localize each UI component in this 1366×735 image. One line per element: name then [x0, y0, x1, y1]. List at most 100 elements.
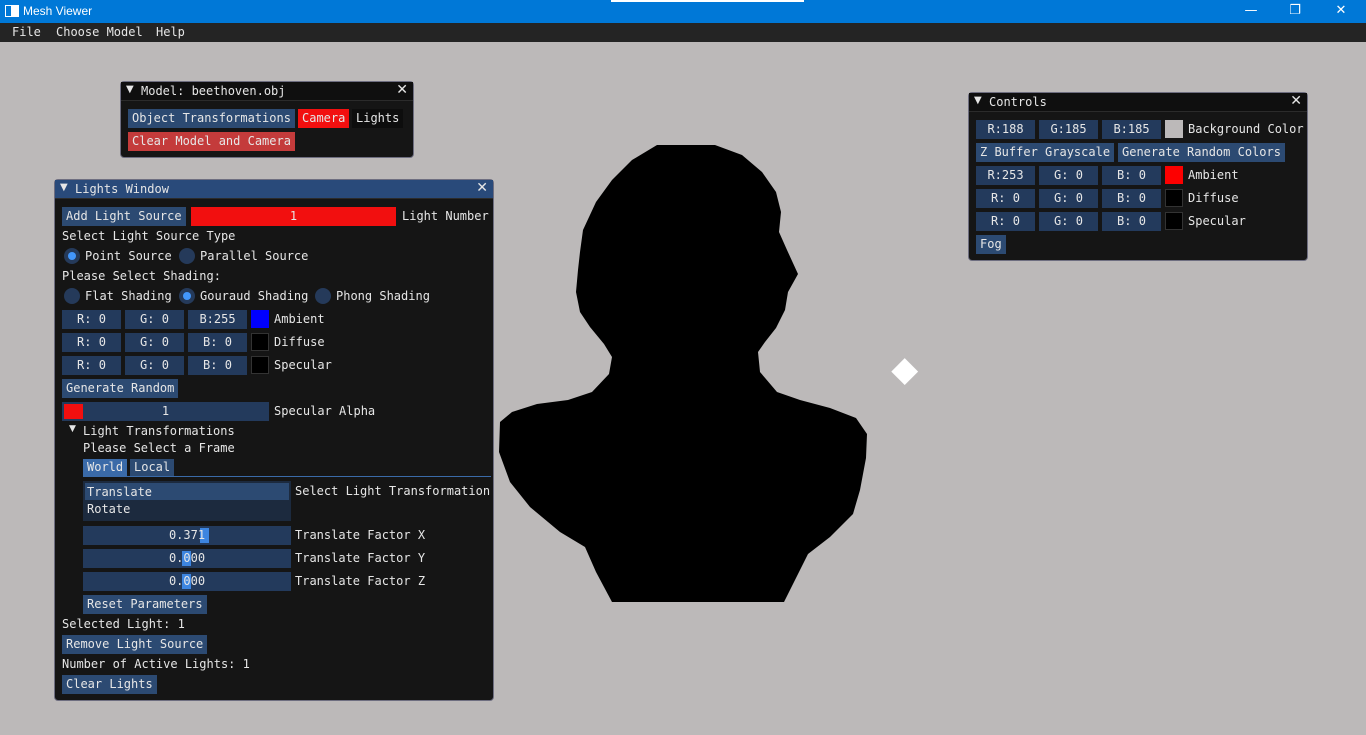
generate-random-colors-button[interactable]: Generate Random Colors [1118, 143, 1285, 162]
remove-light-button[interactable]: Remove Light Source [62, 635, 208, 654]
minimize-icon[interactable]: — [1228, 0, 1274, 23]
specular-g-field[interactable]: G: 0 [1039, 212, 1098, 231]
gouraud-shading-label: Gouraud Shading [200, 289, 309, 303]
translate-factor-x-value: 0.371 [168, 528, 206, 542]
diffuse-r-field[interactable]: R: 0 [976, 189, 1035, 208]
point-source-radio[interactable] [64, 248, 80, 264]
translate-factor-y-label: Translate Factor Y [295, 551, 426, 565]
translate-factor-x-slider[interactable]: 0.371 [83, 526, 291, 545]
background-b-field[interactable]: B:185 [1102, 120, 1161, 139]
diffuse-color-swatch[interactable] [251, 333, 269, 351]
background-color-swatch[interactable] [1165, 120, 1183, 138]
ambient-b-field[interactable]: B:255 [188, 310, 247, 329]
specular-alpha-value: 1 [161, 404, 170, 418]
app-icon [5, 5, 19, 17]
translate-factor-z-slider[interactable]: 0.000 [83, 572, 291, 591]
ambient-r-field[interactable]: R:253 [976, 166, 1035, 185]
z-buffer-grayscale-button[interactable]: Z Buffer Grayscale [976, 143, 1115, 162]
add-light-button[interactable]: Add Light Source [62, 207, 186, 226]
menu-bar: File Choose Model Help [0, 23, 1366, 42]
specular-g-field[interactable]: G: 0 [125, 356, 184, 375]
phong-shading-radio[interactable] [315, 288, 331, 304]
title-bar: Mesh Viewer — ❐ ✕ [0, 0, 1366, 23]
transformation-list: Translate Rotate [83, 481, 291, 521]
camera-button[interactable]: Camera [298, 109, 350, 128]
maximize-icon[interactable]: ❐ [1272, 0, 1318, 23]
diffuse-color-swatch[interactable] [1165, 189, 1183, 207]
selected-light-label: Selected Light: 1 [62, 617, 185, 631]
collapse-arrow-icon[interactable]: ▼ [126, 84, 134, 95]
light-source-marker[interactable] [891, 358, 919, 386]
tab-underline [83, 476, 491, 477]
diffuse-g-field[interactable]: G: 0 [125, 333, 184, 352]
menu-help[interactable]: Help [156, 25, 185, 39]
active-lights-label: Number of Active Lights: 1 [62, 657, 250, 671]
lights-window: ▼ Lights Window ✕ Add Light Source 1 Lig… [54, 179, 494, 701]
ambient-g-field[interactable]: G: 0 [125, 310, 184, 329]
light-transformations-header[interactable]: Light Transformations [83, 424, 235, 438]
focus-indicator [611, 0, 804, 2]
object-transformations-button[interactable]: Object Transformations [128, 109, 295, 128]
ambient-color-swatch[interactable] [1165, 166, 1183, 184]
select-transformation-label: Select Light Transformation [295, 484, 491, 498]
diffuse-g-field[interactable]: G: 0 [1039, 189, 1098, 208]
list-item-rotate[interactable]: Rotate [87, 502, 130, 516]
background-g-field[interactable]: G:185 [1039, 120, 1098, 139]
specular-r-field[interactable]: R: 0 [62, 356, 121, 375]
specular-r-field[interactable]: R: 0 [976, 212, 1035, 231]
menu-file[interactable]: File [12, 25, 41, 39]
ambient-r-field[interactable]: R: 0 [62, 310, 121, 329]
list-item-translate[interactable]: Translate [87, 485, 152, 499]
ambient-color-swatch[interactable] [251, 310, 269, 328]
model-window-title: Model: beethoven.obj [141, 84, 286, 98]
specular-b-field[interactable]: B: 0 [1102, 212, 1161, 231]
tree-arrow-icon[interactable]: ▼ [69, 424, 76, 434]
background-color-label: Background Color [1188, 122, 1304, 136]
light-number-label: Light Number [402, 209, 489, 223]
generate-random-button[interactable]: Generate Random [62, 379, 179, 398]
diffuse-label: Diffuse [1188, 191, 1239, 205]
gouraud-shading-radio[interactable] [179, 288, 195, 304]
controls-window-header[interactable]: ▼ Controls ✕ [969, 93, 1307, 112]
clear-lights-button[interactable]: Clear Lights [62, 675, 157, 694]
ambient-g-field[interactable]: G: 0 [1039, 166, 1098, 185]
light-number-slider[interactable]: 1 [191, 207, 396, 226]
translate-factor-y-slider[interactable]: 0.000 [83, 549, 291, 568]
controls-window-title: Controls [989, 95, 1047, 109]
ambient-label: Ambient [274, 312, 325, 326]
fog-button[interactable]: Fog [976, 235, 1006, 254]
close-icon[interactable]: ✕ [396, 82, 408, 98]
close-icon[interactable]: ✕ [1290, 93, 1302, 109]
specular-alpha-slider[interactable]: 1 [62, 402, 269, 421]
collapse-arrow-icon[interactable]: ▼ [60, 182, 68, 193]
collapse-arrow-icon[interactable]: ▼ [974, 95, 982, 106]
parallel-source-label: Parallel Source [200, 249, 309, 263]
tab-local[interactable]: Local [130, 459, 175, 476]
lights-window-header[interactable]: ▼ Lights Window ✕ [55, 180, 493, 199]
lights-button[interactable]: Lights [352, 109, 404, 128]
reset-parameters-button[interactable]: Reset Parameters [83, 595, 207, 614]
model-silhouette [499, 145, 867, 602]
specular-color-swatch[interactable] [251, 356, 269, 374]
shading-label: Please Select Shading: [62, 269, 221, 283]
frame-label: Please Select a Frame [83, 441, 235, 455]
tab-world[interactable]: World [83, 459, 128, 476]
close-window-icon[interactable]: ✕ [1318, 0, 1364, 23]
controls-window: ▼ Controls ✕ R:188 G:185 B:185 Backgroun… [968, 92, 1308, 261]
diffuse-b-field[interactable]: B: 0 [188, 333, 247, 352]
diffuse-b-field[interactable]: B: 0 [1102, 189, 1161, 208]
clear-model-camera-button[interactable]: Clear Model and Camera [128, 132, 295, 151]
specular-color-swatch[interactable] [1165, 212, 1183, 230]
ambient-label: Ambient [1188, 168, 1239, 182]
phong-shading-label: Phong Shading [336, 289, 430, 303]
parallel-source-radio[interactable] [179, 248, 195, 264]
background-r-field[interactable]: R:188 [976, 120, 1035, 139]
menu-choose-model[interactable]: Choose Model [56, 25, 143, 39]
close-icon[interactable]: ✕ [476, 180, 488, 196]
flat-shading-radio[interactable] [64, 288, 80, 304]
diffuse-r-field[interactable]: R: 0 [62, 333, 121, 352]
model-window-header[interactable]: ▼ Model: beethoven.obj ✕ [121, 82, 413, 101]
window-title: Mesh Viewer [23, 4, 93, 18]
ambient-b-field[interactable]: B: 0 [1102, 166, 1161, 185]
specular-b-field[interactable]: B: 0 [188, 356, 247, 375]
